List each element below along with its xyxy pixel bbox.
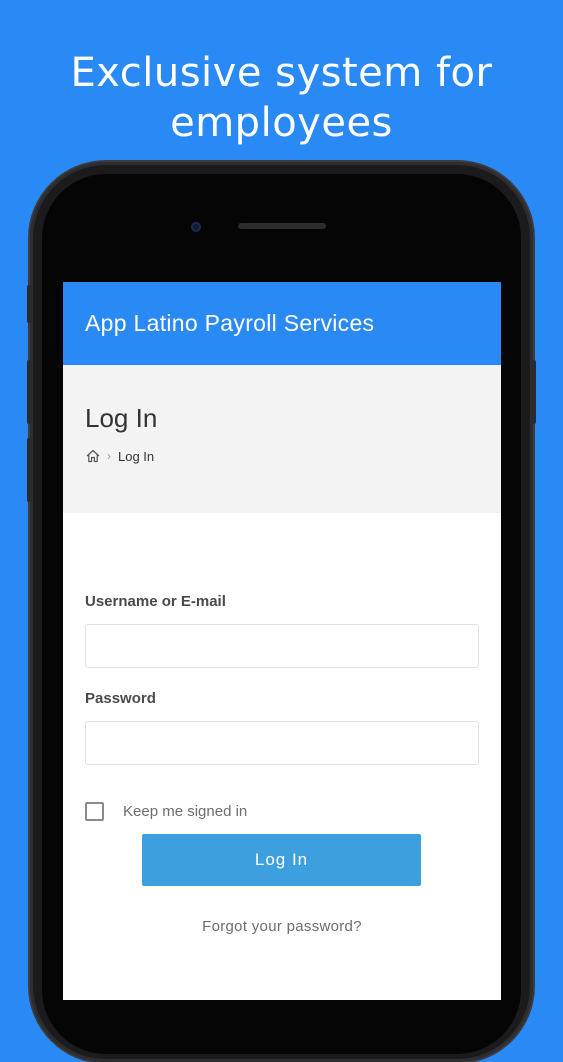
promo-line-2: employees (170, 100, 393, 146)
login-button[interactable]: Log In (142, 834, 421, 886)
remember-me-label[interactable]: Keep me signed in (123, 803, 247, 820)
chevron-right-icon: › (107, 449, 111, 463)
speaker-grille (238, 223, 326, 229)
promo-line-1: Exclusive system for (70, 50, 493, 96)
username-label: Username or E-mail (85, 593, 226, 610)
username-field-group: Username or E-mail (85, 593, 479, 668)
forgot-password-link[interactable]: Forgot your password? (85, 918, 479, 935)
breadcrumb-current: Log In (118, 448, 155, 464)
phone-volume-up-button (27, 360, 32, 424)
remember-me-row: Keep me signed in (85, 802, 479, 821)
remember-me-checkbox[interactable] (85, 802, 104, 821)
app-header: App Latino Payroll Services (63, 282, 501, 365)
home-icon[interactable] (85, 448, 101, 464)
phone-power-button (531, 360, 536, 424)
password-field-group: Password (85, 690, 479, 765)
app-title: App Latino Payroll Services (85, 310, 375, 336)
page-title: Log In (85, 403, 158, 433)
password-input[interactable] (85, 721, 479, 765)
phone-side-button (27, 285, 32, 323)
username-input[interactable] (85, 624, 479, 668)
password-label: Password (85, 690, 156, 707)
phone-screen: App Latino Payroll Services Log In › Log… (63, 282, 501, 1000)
camera-icon (191, 222, 201, 232)
login-form: Username or E-mail Password Keep me sign… (63, 513, 501, 935)
breadcrumb: › Log In (85, 448, 501, 464)
page-header: Log In › Log In (63, 365, 501, 513)
phone-volume-down-button (27, 438, 32, 502)
promo-headline: Exclusive system for employees (0, 48, 563, 148)
